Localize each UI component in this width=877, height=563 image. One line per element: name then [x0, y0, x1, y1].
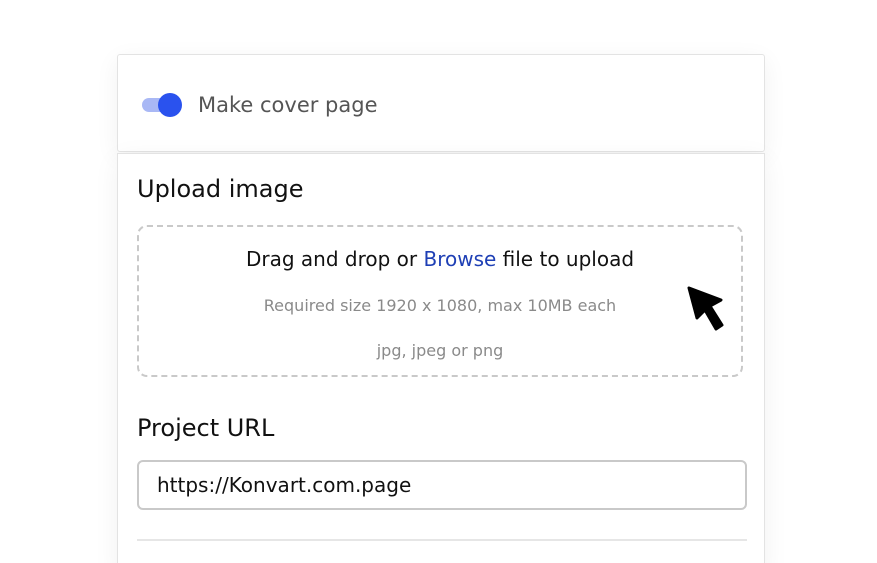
- cover-page-toggle[interactable]: [142, 93, 182, 117]
- browse-link[interactable]: Browse: [423, 247, 496, 271]
- canvas: Make cover page Upload image Drag and dr…: [0, 0, 877, 563]
- mouse-pointer-icon: [687, 286, 724, 331]
- project-url-input[interactable]: [137, 460, 747, 510]
- upload-image-title: Upload image: [137, 175, 304, 203]
- size-requirement: Required size 1920 x 1080, max 10MB each: [263, 296, 617, 315]
- drop-text-after: file to upload: [496, 247, 635, 271]
- toggle-knob: [158, 93, 182, 117]
- drop-text-before: Drag and drop or: [245, 247, 424, 271]
- project-url-title: Project URL: [137, 414, 275, 442]
- upload-dropzone[interactable]: Drag and drop or Browse file to upload R…: [137, 225, 743, 377]
- cover-page-card: Make cover page: [117, 54, 765, 152]
- divider: [137, 539, 747, 541]
- form-card: Upload image Drag and drop or Browse fil…: [117, 153, 765, 563]
- allowed-formats: jpg, jpeg or png: [376, 341, 504, 360]
- dropzone-instructions: Drag and drop or Browse file to upload: [139, 245, 741, 273]
- cover-page-label: Make cover page: [198, 93, 378, 117]
